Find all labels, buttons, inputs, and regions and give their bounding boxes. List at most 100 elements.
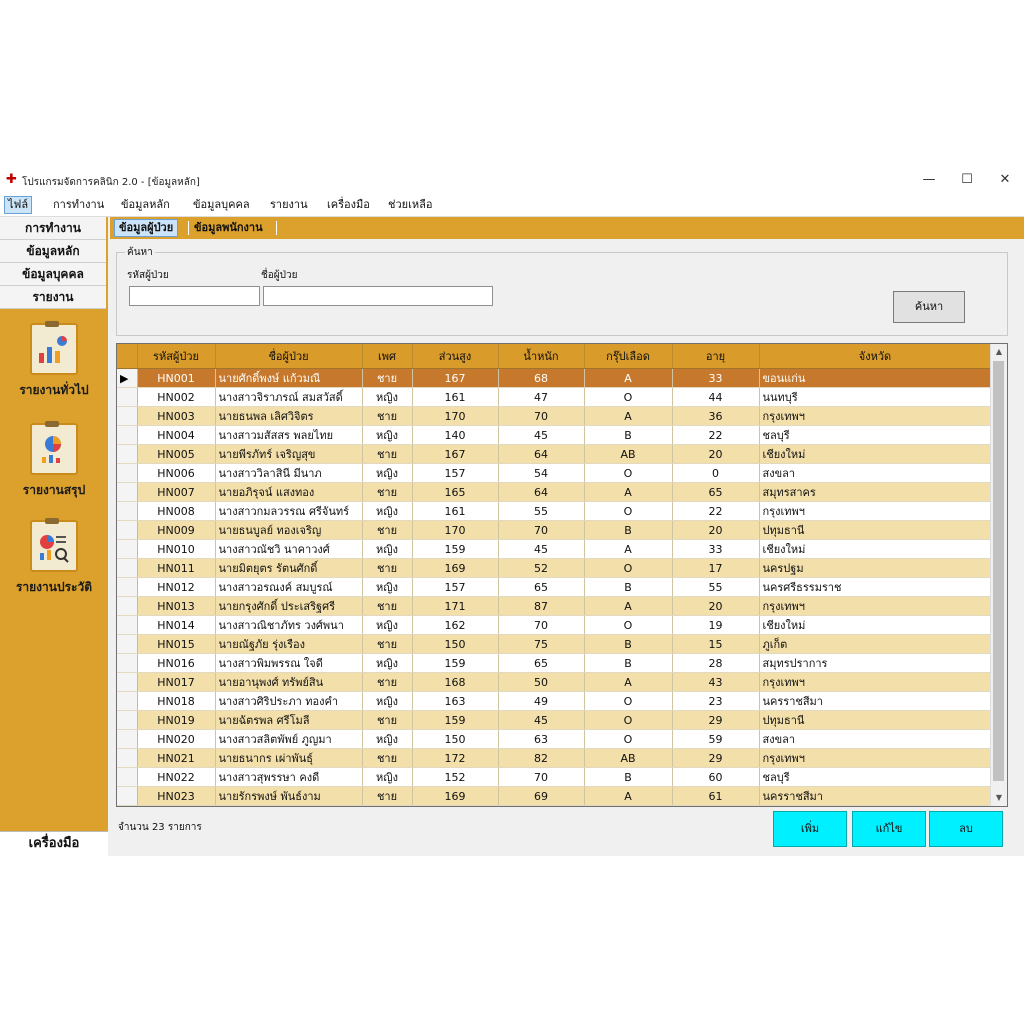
table-row[interactable]: HN020 นางสาวสลิตพัพย์ ภูญมา หญิง 150 63 O 59 สง… (117, 729, 992, 749)
row-selector[interactable] (117, 501, 138, 521)
col-age[interactable]: อายุ (672, 344, 760, 369)
scroll-up-arrow-icon[interactable]: ▲ (991, 344, 1007, 360)
col-patient-name[interactable]: ชื่อผู้ป่วย (215, 344, 363, 369)
table-cell: 65 (498, 653, 585, 673)
patient-id-input[interactable] (129, 286, 260, 306)
row-selector[interactable] (117, 691, 138, 711)
row-selector[interactable] (117, 634, 138, 654)
col-sex[interactable]: เพศ (362, 344, 413, 369)
table-row[interactable]: HN016 นางสาวพิมพรรณ ใจดี หญิง 159 65 B 28 สมุทร… (117, 653, 992, 673)
table-row[interactable]: HN023 นายรักรพงษ์ พันธ์งาม ชาย 169 69 A 61 นครร… (117, 786, 992, 806)
table-row[interactable]: HN007 นายอภิรุจน์ แสงทอง ชาย 165 64 A 65 สมุทรส… (117, 482, 992, 502)
menu-operations[interactable]: การทำงาน (50, 197, 107, 213)
row-selector[interactable] (117, 577, 138, 597)
report-general-button[interactable]: รายงานทั่วไป (6, 321, 102, 400)
table-vertical-scrollbar[interactable]: ▲ ▼ (990, 344, 1007, 806)
table-cell: A (584, 406, 673, 426)
row-selector[interactable] (117, 672, 138, 692)
sidebar-item-reports[interactable]: รายงาน (0, 286, 106, 309)
table-row[interactable]: HN005 นายพีรภัทร์ เจริญสุข ชาย 167 64 AB 20 เชี… (117, 444, 992, 464)
search-button[interactable]: ค้นหา (893, 291, 965, 323)
table-row[interactable]: ▶ HN001 นายศักดิ์พงษ์ แก้วมณี ชาย 167 68 A 33 ขอ… (117, 368, 992, 388)
row-selector[interactable] (117, 406, 138, 426)
row-pointer-icon[interactable]: ▶ (117, 368, 138, 388)
table-cell: 29 (672, 710, 760, 730)
table-row[interactable]: HN004 นางสาวมสัสสร พลยไทย หญิง 140 45 B 22 ชลบุ… (117, 425, 992, 445)
maximize-button[interactable]: ☐ (952, 170, 982, 190)
row-selector[interactable] (117, 786, 138, 806)
table-row[interactable]: HN012 นางสาวอรณงค์ สมบูรณ์ หญิง 157 65 B 55 นคร… (117, 577, 992, 597)
tab-patient-data[interactable]: ข้อมูลผู้ป่วย (114, 219, 179, 237)
scroll-down-arrow-icon[interactable]: ▼ (991, 790, 1007, 806)
table-cell: 163 (412, 691, 499, 711)
table-row[interactable]: HN019 นายฉัตรพล ศรีโมลี ชาย 159 45 O 29 ปทุมธาน… (117, 710, 992, 730)
table-row[interactable]: HN008 นางสาวกมลวรรณ ศรีจันทร์ หญิง 161 55 O 22… (117, 501, 992, 521)
minimize-button[interactable]: — (914, 170, 944, 190)
row-selector[interactable] (117, 729, 138, 749)
table-cell: 172 (412, 748, 499, 768)
row-selector[interactable] (117, 558, 138, 578)
col-province[interactable]: จังหวัด (759, 344, 992, 369)
add-button[interactable]: เพิ่ม (773, 811, 847, 847)
menu-personal-data[interactable]: ข้อมูลบุคคล (190, 197, 253, 213)
row-selector[interactable] (117, 710, 138, 730)
row-selector[interactable] (117, 444, 138, 464)
table-cell: 28 (672, 653, 760, 673)
col-height[interactable]: ส่วนสูง (412, 344, 499, 369)
row-selector[interactable] (117, 463, 138, 483)
table-row[interactable]: HN018 นางสาวศิริประภา ทองคำ หญิง 163 49 O 23 นค… (117, 691, 992, 711)
row-selector[interactable] (117, 615, 138, 635)
table-row[interactable]: HN006 นางสาววิลาสินี มีนาภ หญิง 157 54 O 0 สงขล… (117, 463, 992, 483)
row-selector[interactable] (117, 767, 138, 787)
table-cell: นายกรุงศักดิ์ ประเสริฐศรี (215, 596, 363, 616)
sidebar-item-master-data[interactable]: ข้อมูลหลัก (0, 240, 106, 263)
table-row[interactable]: HN022 นางสาวสุพรรษา คงดี หญิง 152 70 B 60 ชลบุร… (117, 767, 992, 787)
row-selector[interactable] (117, 539, 138, 559)
report-history-button[interactable]: รายงานประวัติ (6, 518, 102, 597)
patient-name-input[interactable] (263, 286, 493, 306)
table-cell: HN010 (137, 539, 216, 559)
sidebar-tools-button[interactable]: เครื่องมือ (0, 831, 108, 856)
table-row[interactable]: HN002 นางสาวจิราภรณ์ สมสวัสดิ์ หญิง 161 47 O 4… (117, 387, 992, 407)
row-selector[interactable] (117, 520, 138, 540)
table-row[interactable]: HN021 นายธนากร เผ่าพันธุ์ ชาย 172 82 AB 29 กรุง… (117, 748, 992, 768)
table-row[interactable]: HN010 นางสาวณัชวิ นาคาวงศ์ หญิง 159 45 A 33 เชี… (117, 539, 992, 559)
row-selector[interactable] (117, 653, 138, 673)
table-row[interactable]: HN013 นายกรุงศักดิ์ ประเสริฐศรี ชาย 171 87 A 2… (117, 596, 992, 616)
menu-tools[interactable]: เครื่องมือ (324, 197, 373, 213)
patient-table: รหัสผู้ป่วย ชื่อผู้ป่วย เพศ ส่วนสูง น้ำห… (116, 343, 1008, 807)
close-button[interactable]: ✕ (990, 170, 1020, 190)
sidebar-item-operations[interactable]: การทำงาน (0, 217, 106, 240)
col-weight[interactable]: น้ำหนัก (498, 344, 585, 369)
report-general-label: รายงานทั่วไป (19, 383, 89, 397)
report-summary-button[interactable]: รายงานสรุป (6, 421, 102, 500)
row-selector[interactable] (117, 387, 138, 407)
table-cell: 55 (672, 577, 760, 597)
table-row[interactable]: HN015 นายณัฐภัย รุ่งเรือง ชาย 150 75 B 15 ภูเก็… (117, 634, 992, 654)
table-cell: 22 (672, 425, 760, 445)
row-selector[interactable] (117, 748, 138, 768)
table-row[interactable]: HN014 นางสาวณิชาภัทร วงศ์พนา หญิง 162 70 O 19 เ… (117, 615, 992, 635)
col-patient-id[interactable]: รหัสผู้ป่วย (137, 344, 216, 369)
row-selector[interactable] (117, 482, 138, 502)
menu-reports[interactable]: รายงาน (267, 197, 311, 213)
table-cell: 68 (498, 368, 585, 388)
edit-button[interactable]: แก้ไข (852, 811, 926, 847)
row-selector[interactable] (117, 596, 138, 616)
table-cell: นายณัฐภัย รุ่งเรือง (215, 634, 363, 654)
table-row[interactable]: HN017 นายอานุพงศ์ ทรัพย์สิน ชาย 168 50 A 43 กรุ… (117, 672, 992, 692)
table-cell: 23 (672, 691, 760, 711)
tab-employee-data[interactable]: ข้อมูลพนักงาน (190, 220, 267, 236)
sidebar-item-personal-data[interactable]: ข้อมูลบุคคล (0, 263, 106, 286)
table-row[interactable]: HN009 นายธนบูลย์ ทองเจริญ ชาย 170 70 B 20 ปทุมธ… (117, 520, 992, 540)
delete-button[interactable]: ลบ (929, 811, 1003, 847)
table-cell: นนทบุรี (759, 387, 992, 407)
menu-help[interactable]: ช่วยเหลือ (385, 197, 435, 213)
table-row[interactable]: HN003 นายธนพล เลิศวิจิตร ชาย 170 70 A 36 กรุงเท… (117, 406, 992, 426)
scrollbar-thumb[interactable] (993, 361, 1004, 781)
col-blood-group[interactable]: กรุ๊ปเลือด (584, 344, 673, 369)
row-selector[interactable] (117, 425, 138, 445)
menu-master-data[interactable]: ข้อมูลหลัก (118, 197, 173, 213)
table-row[interactable]: HN011 นายมิตยุตร รัตนศักดิ์ ชาย 169 52 O 17 นคร… (117, 558, 992, 578)
menu-file[interactable]: ไฟล์ (4, 196, 33, 214)
